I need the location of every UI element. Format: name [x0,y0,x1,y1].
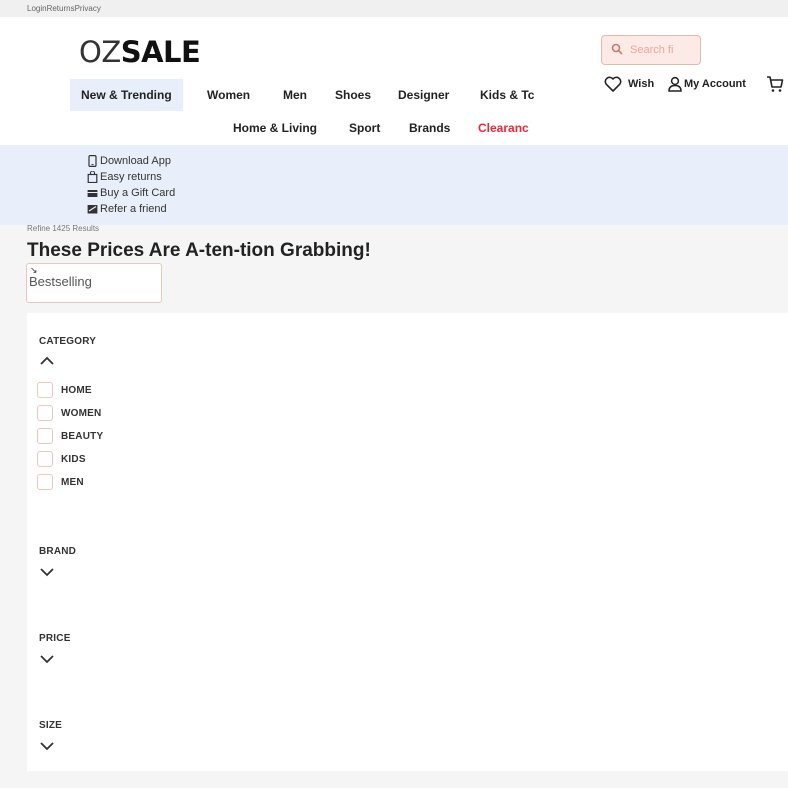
filter-option-label: HOME [61,384,92,396]
promo-easy-returns-label: Easy returns [100,171,162,183]
nav-brands[interactable]: Brands [398,112,461,144]
nav-kids[interactable]: Kids & Tc [469,79,545,111]
search-input[interactable] [630,42,696,58]
filter-option-label: BEAUTY [61,430,104,442]
checkbox[interactable] [37,382,53,398]
filter-category-heading[interactable]: CATEGORY [39,336,96,347]
nav-men[interactable]: Men [272,79,318,111]
logo-sale: SALE [120,35,201,69]
checkbox[interactable] [37,474,53,490]
wish-link[interactable]: Wish [604,74,654,94]
chevron-up-icon[interactable] [39,355,55,367]
filter-price-heading[interactable]: PRICE [39,633,71,644]
refer-icon [87,205,98,214]
nav-shoes[interactable]: Shoes [324,79,382,111]
logo-oz: OZ [79,35,121,69]
filter-size-heading[interactable]: SIZE [39,720,62,731]
chevron-down-icon[interactable] [39,740,55,752]
nav-designer[interactable]: Designer [387,79,460,111]
checkbox[interactable] [37,428,53,444]
cart-icon [767,76,784,92]
promo-refer-friend-label: Refer a friend [100,203,167,215]
filter-option-kids[interactable]: KIDS [37,450,86,468]
promo-gift-card[interactable]: Buy a Gift Card [87,185,175,201]
chevron-down-icon[interactable] [39,566,55,578]
filter-brand-heading[interactable]: BRAND [39,546,76,557]
page-title: These Prices Are A-ten-tion Grabbing! [27,240,371,261]
sort-value: Bestselling [29,274,92,289]
filter-panel: CATEGORY HOME WOMEN BEAUTY KIDS MEN BRAN… [27,313,788,771]
promo-download-app-label: Download App [100,155,171,167]
wish-label: Wish [628,78,655,90]
filter-option-home[interactable]: HOME [37,381,92,399]
heart-icon [604,76,622,92]
search-box[interactable] [601,35,701,65]
bag-icon [87,171,98,183]
my-account-label: My Account [684,78,746,90]
promo-download-app[interactable]: Download App [87,153,171,169]
search-icon[interactable] [611,43,623,55]
utility-bar: LoginReturnsPrivacy [0,0,788,17]
filter-option-label: KIDS [61,453,86,465]
my-account-link[interactable]: My Account [668,74,746,94]
nav-new-trending[interactable]: New & Trending [70,79,183,111]
checkbox[interactable] [37,451,53,467]
breadcrumb: Refine 1425 Results [27,224,100,233]
chevron-down-icon[interactable] [39,653,55,665]
logo[interactable]: OZSALE [79,35,201,69]
cart-link[interactable] [766,74,788,94]
user-icon [668,76,682,92]
filter-option-women[interactable]: WOMEN [37,404,101,422]
checkbox[interactable] [37,405,53,421]
nav-home-living[interactable]: Home & Living [222,112,328,144]
promo-easy-returns[interactable]: Easy returns [87,169,162,185]
filter-option-label: WOMEN [61,407,102,419]
filter-option-beauty[interactable]: BEAUTY [37,427,103,445]
promo-refer-friend[interactable]: Refer a friend [87,201,167,217]
nav-women[interactable]: Women [196,79,261,111]
nav-clearance[interactable]: Clearanc [467,112,540,144]
header: OZSALE Wish My Account New & Trending Wo… [0,17,788,145]
promo-bar: Download App Easy returns Buy a Gift Car… [0,145,788,225]
gift-card-icon [87,190,98,197]
phone-icon [88,155,97,167]
promo-gift-card-label: Buy a Gift Card [100,187,176,199]
filter-option-label: MEN [61,476,84,488]
utility-links[interactable]: LoginReturnsPrivacy [27,4,101,13]
sort-select[interactable]: ↘ Bestselling [26,263,162,303]
nav-sport[interactable]: Sport [338,112,391,144]
filter-option-men[interactable]: MEN [37,473,84,491]
